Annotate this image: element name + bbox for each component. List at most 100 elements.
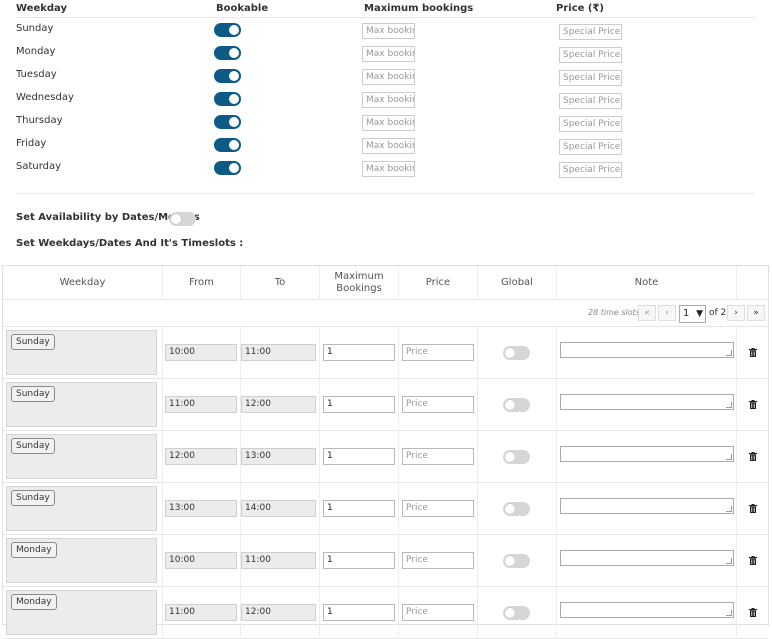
max-bookings-input[interactable]: Max bookings (362, 92, 415, 108)
bookable-toggle[interactable] (214, 115, 241, 129)
ts-header-price: Price (399, 266, 478, 300)
page-select[interactable]: 1 ▼ (679, 305, 706, 323)
special-price-input[interactable]: Special Price (559, 70, 622, 86)
note-textarea[interactable] (560, 550, 734, 566)
special-price-input[interactable]: Special Price (559, 47, 622, 63)
weekday-select-box[interactable]: Sunday (6, 382, 157, 427)
ts-header-max-bookings: Maximum Bookings (320, 266, 399, 300)
pagination: 28 time slots « ‹ 1 ▼ of 2 › » (3, 300, 768, 327)
from-time-input[interactable]: 12:00 (165, 448, 237, 465)
timeslot-row: Sunday 11:00 12:00 1 Price (3, 379, 768, 431)
max-bookings-input[interactable]: 1 (323, 396, 395, 413)
global-toggle[interactable] (503, 398, 530, 412)
weekday-tag[interactable]: Monday (11, 594, 57, 610)
weekday-row: Saturday Max bookings Special Price (16, 157, 755, 180)
to-time-input[interactable]: 12:00 (241, 604, 316, 621)
weekday-tag[interactable]: Monday (11, 542, 57, 558)
trash-icon[interactable] (749, 504, 757, 513)
max-bookings-input[interactable]: 1 (323, 604, 395, 621)
global-toggle[interactable] (503, 450, 530, 464)
header-max-bookings: Maximum bookings (364, 3, 474, 14)
timeslot-row: Sunday 12:00 13:00 1 Price (3, 431, 768, 483)
global-toggle[interactable] (503, 502, 530, 516)
from-time-input[interactable]: 11:00 (165, 396, 237, 413)
bookable-toggle[interactable] (214, 46, 241, 60)
max-bookings-input[interactable]: 1 (323, 448, 395, 465)
note-textarea[interactable] (560, 446, 734, 462)
weekday-tag[interactable]: Sunday (11, 386, 55, 402)
from-time-input[interactable]: 11:00 (165, 604, 237, 621)
trash-icon[interactable] (749, 348, 757, 357)
timeslots-heading: Set Weekdays/Dates And It's Timeslots : (16, 238, 244, 249)
special-price-input[interactable]: Special Price (559, 24, 622, 40)
next-page-button[interactable]: › (727, 305, 745, 321)
special-price-input[interactable]: Special Price (559, 93, 622, 109)
weekday-row: Sunday Max bookings Special Price (16, 19, 755, 42)
price-input[interactable]: Price (402, 448, 474, 465)
ts-header-global: Global (478, 266, 557, 300)
weekday-tag[interactable]: Sunday (11, 334, 55, 350)
timeslots-table: Weekday From To Maximum Bookings Price G… (2, 265, 769, 639)
price-input[interactable]: Price (402, 396, 474, 413)
weekday-name: Thursday (16, 115, 63, 126)
first-page-button[interactable]: « (638, 305, 656, 321)
global-toggle[interactable] (503, 606, 530, 620)
trash-icon[interactable] (749, 400, 757, 409)
weekday-select-box[interactable]: Monday (6, 538, 157, 583)
max-bookings-input[interactable]: Max bookings (362, 46, 415, 62)
trash-icon[interactable] (749, 556, 757, 565)
weekday-row: Monday Max bookings Special Price (16, 42, 755, 65)
availability-toggle[interactable] (169, 212, 196, 226)
special-price-input[interactable]: Special Price (559, 162, 622, 178)
bookable-toggle[interactable] (214, 92, 241, 106)
price-input[interactable]: Price (402, 552, 474, 569)
max-bookings-input[interactable]: 1 (323, 552, 395, 569)
note-textarea[interactable] (560, 498, 734, 514)
max-bookings-input[interactable]: Max bookings (362, 23, 415, 39)
from-time-input[interactable]: 13:00 (165, 500, 237, 517)
timeslot-count: 28 time slots (588, 308, 640, 317)
price-input[interactable]: Price (402, 344, 474, 361)
weekday-tag[interactable]: Sunday (11, 438, 55, 454)
global-toggle[interactable] (503, 554, 530, 568)
timeslot-row: Monday 10:00 11:00 1 Price (3, 535, 768, 587)
price-input[interactable]: Price (402, 604, 474, 621)
to-time-input[interactable]: 11:00 (241, 344, 316, 361)
max-bookings-input[interactable]: Max bookings (362, 69, 415, 85)
weekday-select-box[interactable]: Sunday (6, 434, 157, 479)
weekday-select-box[interactable]: Sunday (6, 330, 157, 375)
divider (16, 193, 755, 194)
trash-icon[interactable] (749, 452, 757, 461)
weekday-select-box[interactable]: Sunday (6, 486, 157, 531)
weekday-tag[interactable]: Sunday (11, 490, 55, 506)
bookable-toggle[interactable] (214, 69, 241, 83)
to-time-input[interactable]: 11:00 (241, 552, 316, 569)
weekday-name: Wednesday (16, 92, 74, 103)
global-toggle[interactable] (503, 346, 530, 360)
bookable-toggle[interactable] (214, 138, 241, 152)
max-bookings-input[interactable]: 1 (323, 500, 395, 517)
last-page-button[interactable]: » (747, 305, 765, 321)
to-time-input[interactable]: 12:00 (241, 396, 316, 413)
bookable-toggle[interactable] (214, 161, 241, 175)
prev-page-button[interactable]: ‹ (658, 305, 676, 321)
weekday-row: Wednesday Max bookings Special Price (16, 88, 755, 111)
special-price-input[interactable]: Special Price (559, 116, 622, 132)
note-textarea[interactable] (560, 394, 734, 410)
bookable-toggle[interactable] (214, 23, 241, 37)
weekday-select-box[interactable]: Monday (6, 590, 157, 635)
special-price-input[interactable]: Special Price (559, 139, 622, 155)
max-bookings-input[interactable]: 1 (323, 344, 395, 361)
note-textarea[interactable] (560, 342, 734, 358)
weekday-name: Tuesday (16, 69, 57, 80)
to-time-input[interactable]: 14:00 (241, 500, 316, 517)
max-bookings-input[interactable]: Max bookings (362, 115, 415, 131)
page-select-value: 1 (683, 308, 690, 319)
price-input[interactable]: Price (402, 500, 474, 517)
to-time-input[interactable]: 13:00 (241, 448, 316, 465)
max-bookings-input[interactable]: Max bookings (362, 161, 415, 177)
from-time-input[interactable]: 10:00 (165, 344, 237, 361)
weekday-name: Sunday (16, 23, 54, 34)
max-bookings-input[interactable]: Max bookings (362, 138, 415, 154)
from-time-input[interactable]: 10:00 (165, 552, 237, 569)
